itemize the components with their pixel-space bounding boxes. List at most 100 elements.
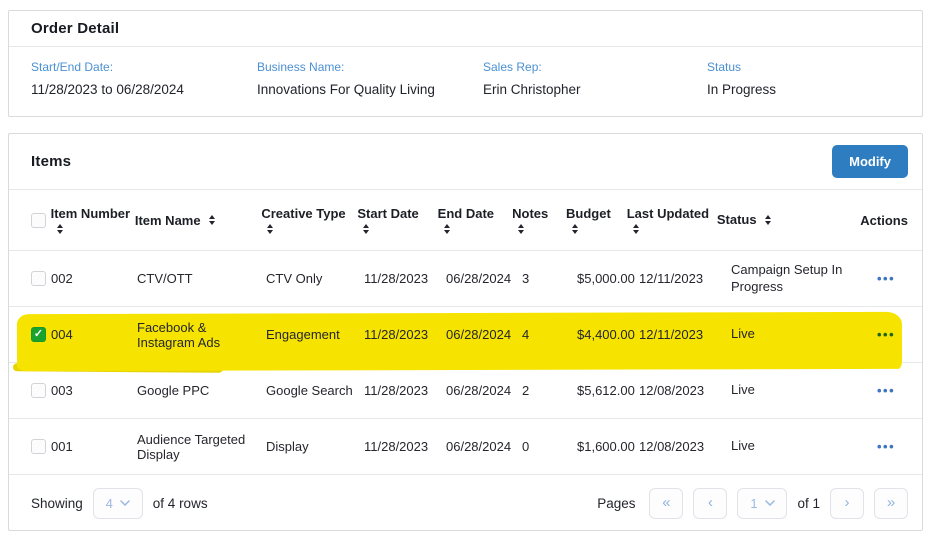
order-detail-field: Status In Progress — [707, 60, 922, 97]
row-checkbox[interactable] — [31, 439, 46, 454]
page-select[interactable]: 1 — [737, 488, 787, 519]
cell-last_updated: 12/08/2023 — [639, 439, 731, 454]
field-label: Business Name: — [257, 60, 483, 74]
row-checkbox[interactable] — [31, 271, 46, 286]
cell-notes: 3 — [522, 271, 577, 286]
column-label: Status — [717, 212, 757, 229]
of-rows-label: of 4 rows — [153, 496, 208, 511]
rows-per-page-select[interactable]: 4 — [93, 488, 143, 519]
chevron-right-icon: › — [845, 495, 850, 510]
cell-item_number: 002 — [51, 271, 137, 286]
sort-icon — [209, 215, 215, 225]
cell-creative_type: CTV Only — [266, 271, 364, 286]
row-checkbox[interactable] — [31, 383, 46, 398]
cell-notes: 4 — [522, 327, 577, 342]
sort-icon — [363, 224, 369, 234]
order-detail-header: Order Detail — [9, 11, 922, 47]
sort-icon — [572, 224, 578, 234]
items-panel: Items Modify Item Number Item Name Creativ… — [8, 133, 923, 531]
chevron-down-icon — [765, 500, 775, 506]
cell-end_date: 06/28/2024 — [446, 439, 522, 454]
cell-last_updated: 12/11/2023 — [639, 327, 731, 342]
cell-creative_type: Display — [266, 439, 364, 454]
cell-start_date: 11/28/2023 — [364, 383, 446, 398]
prev-page-button[interactable]: ‹ — [693, 488, 727, 519]
cell-last_updated: 12/08/2023 — [639, 383, 731, 398]
column-header-last_updated[interactable]: Last Updated — [627, 206, 717, 234]
order-detail-title: Order Detail — [31, 20, 119, 37]
cell-status: Live — [731, 438, 867, 455]
order-detail-panel: Order Detail Start/End Date: 11/28/2023 t… — [8, 10, 923, 117]
column-label: Creative Type — [261, 206, 345, 221]
items-title: Items — [31, 153, 71, 170]
actions-ellipsis-icon[interactable]: ••• — [877, 271, 895, 286]
column-header-notes[interactable]: Notes — [512, 206, 566, 234]
page: { "order_detail": { "title": "Order Deta… — [0, 0, 934, 545]
column-header-status[interactable]: Status — [717, 212, 840, 229]
actions-ellipsis-icon[interactable]: ••• — [877, 439, 895, 454]
cell-budget: $4,400.00 — [577, 327, 639, 342]
current-page-value: 1 — [750, 496, 757, 511]
sort-icon — [518, 224, 524, 234]
cell-status: Live — [731, 326, 867, 343]
row-checkbox[interactable]: ✓ — [31, 327, 46, 342]
cell-item_number: 003 — [51, 383, 137, 398]
cell-budget: $5,000.00 — [577, 271, 639, 286]
order-detail-field: Business Name: Innovations For Quality Li… — [257, 60, 483, 97]
chevron-down-icon — [120, 500, 130, 506]
column-header-start_date[interactable]: Start Date — [357, 206, 437, 234]
table-row: ✓004Facebook & Instagram AdsEngagement11… — [9, 306, 922, 362]
cell-item_name: Facebook & Instagram Ads — [137, 320, 266, 350]
next-page-button[interactable]: › — [830, 488, 864, 519]
cell-item_name: Audience Targeted Display — [137, 432, 266, 462]
cell-budget: $1,600.00 — [577, 439, 639, 454]
field-value: In Progress — [707, 82, 922, 97]
field-label: Start/End Date: — [31, 60, 257, 74]
column-header-item_number[interactable]: Item Number — [51, 206, 135, 234]
cell-item_name: CTV/OTT — [137, 271, 266, 286]
order-detail-field: Sales Rep:Erin Christopher — [483, 60, 707, 97]
column-header-end_date[interactable]: End Date — [438, 206, 512, 234]
cell-notes: 0 — [522, 439, 577, 454]
sort-icon — [633, 224, 639, 234]
column-header-creative_type[interactable]: Creative Type — [261, 206, 357, 234]
column-label: Item Number — [51, 206, 130, 221]
pages-label: Pages — [597, 496, 635, 511]
column-label: Start Date — [357, 206, 418, 221]
column-header-budget[interactable]: Budget — [566, 206, 627, 234]
table-body: 002CTV/OTTCTV Only11/28/202306/28/20243$… — [9, 250, 922, 474]
modify-button[interactable]: Modify — [832, 145, 908, 178]
actions-ellipsis-icon[interactable]: ••• — [877, 327, 895, 342]
pagination: Pages « ‹ 1 of 1 › » — [597, 488, 908, 519]
field-label: Status — [707, 60, 922, 74]
cell-end_date: 06/28/2024 — [446, 271, 522, 286]
column-label: Budget — [566, 206, 611, 221]
column-label: Actions — [860, 213, 908, 228]
field-value: 11/28/2023 to 06/28/2024 — [31, 82, 257, 97]
column-header-item_name[interactable]: Item Name — [135, 213, 256, 228]
chevron-left-icon: ‹ — [708, 495, 713, 510]
cell-notes: 2 — [522, 383, 577, 398]
select-all-checkbox[interactable] — [31, 213, 46, 228]
cell-item_name: Google PPC — [137, 383, 266, 398]
first-page-button[interactable]: « — [649, 488, 683, 519]
field-value: Innovations For Quality Living — [257, 82, 483, 97]
cell-end_date: 06/28/2024 — [446, 383, 522, 398]
double-chevron-right-icon: » — [887, 495, 895, 510]
order-detail-fields: Start/End Date: 11/28/2023 to 06/28/2024B… — [9, 47, 922, 97]
items-table: Item Number Item Name Creative Type Start D… — [9, 190, 922, 474]
actions-ellipsis-icon[interactable]: ••• — [877, 383, 895, 398]
items-header: Items Modify — [9, 134, 922, 190]
column-label: End Date — [438, 206, 494, 221]
cell-budget: $5,612.00 — [577, 383, 639, 398]
sort-icon — [444, 224, 450, 234]
column-label: Notes — [512, 206, 548, 221]
sort-icon — [267, 224, 273, 234]
table-header-row: Item Number Item Name Creative Type Start D… — [9, 190, 922, 250]
rows-per-page-control: Showing 4 of 4 rows — [31, 488, 208, 519]
showing-label: Showing — [31, 496, 83, 511]
last-page-button[interactable]: » — [874, 488, 908, 519]
cell-item_number: 001 — [51, 439, 137, 454]
cell-last_updated: 12/11/2023 — [639, 271, 731, 286]
field-label: Sales Rep: — [483, 60, 707, 74]
